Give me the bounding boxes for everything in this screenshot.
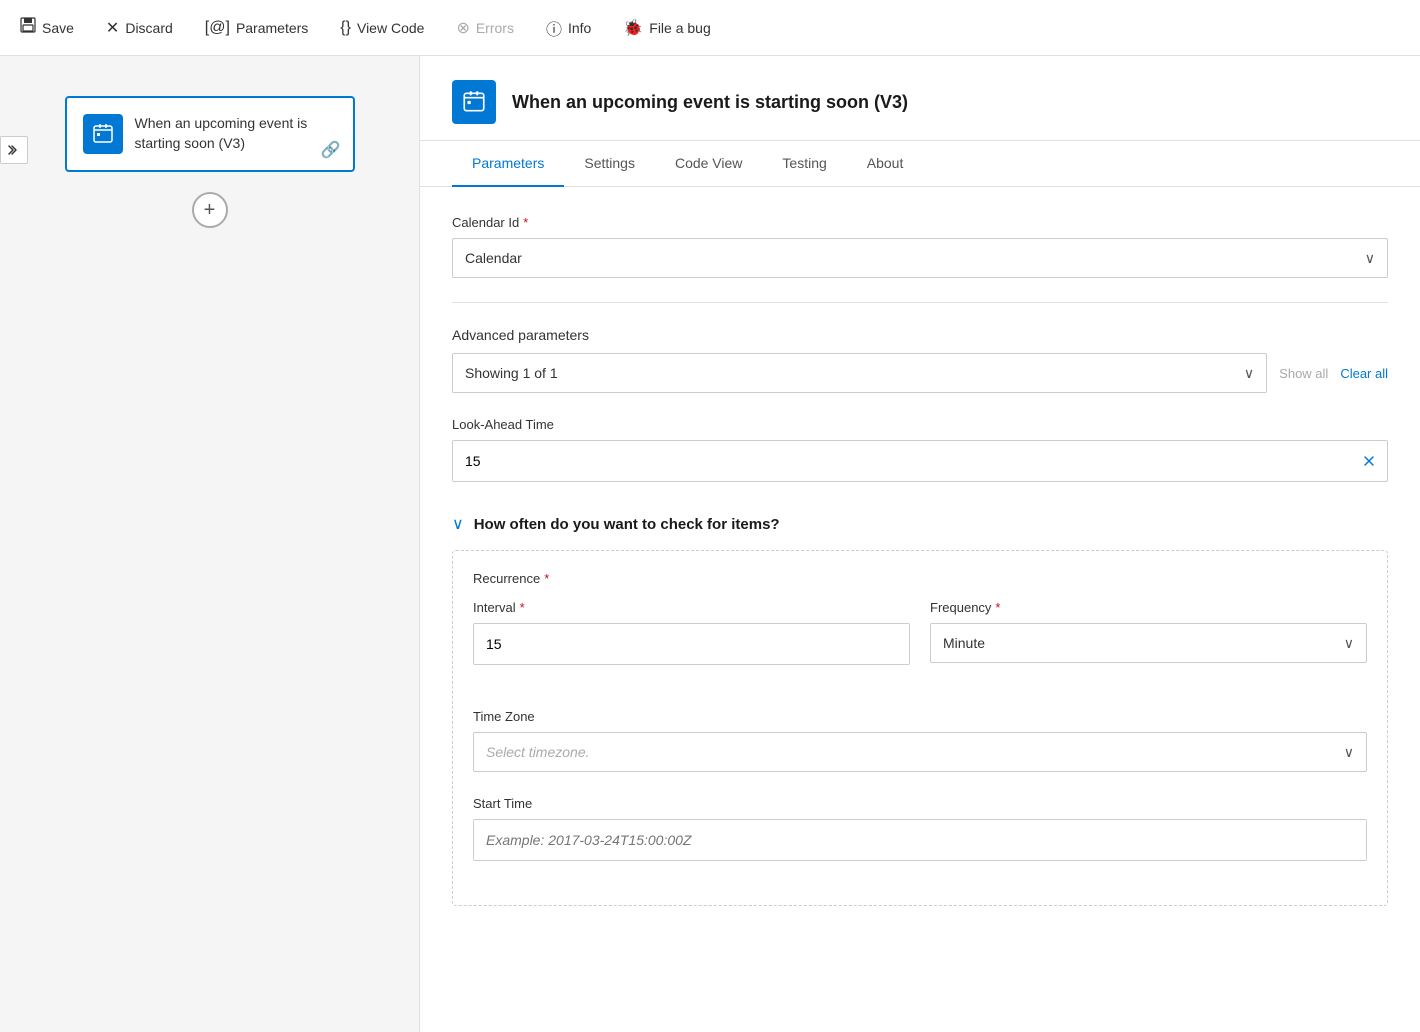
frequency-required-star: * xyxy=(995,600,1000,615)
look-ahead-label: Look-Ahead Time xyxy=(452,417,1388,432)
parameters-label: Parameters xyxy=(236,20,308,36)
save-icon xyxy=(20,17,36,38)
add-step-button[interactable]: + xyxy=(192,192,228,228)
frequency-value: Minute xyxy=(943,635,985,651)
recurrence-title: How often do you want to check for items… xyxy=(474,516,780,533)
recurrence-header[interactable]: ∨ How often do you want to check for ite… xyxy=(452,506,1388,542)
tab-parameters[interactable]: Parameters xyxy=(452,141,564,187)
timezone-placeholder: Select timezone. xyxy=(486,744,590,760)
timezone-label: Time Zone xyxy=(473,709,1367,724)
header-calendar-icon xyxy=(461,89,487,115)
frequency-label: Frequency * xyxy=(930,600,1367,615)
parameters-button[interactable]: [@] Parameters xyxy=(201,13,313,43)
frequency-select[interactable]: Minute ∨ xyxy=(930,623,1367,663)
start-time-input[interactable] xyxy=(474,820,1366,860)
toolbar: Save ✕ Discard [@] Parameters {} View Co… xyxy=(0,0,1420,56)
interval-frequency-row: Interval * Frequency * xyxy=(473,600,1367,689)
header-icon xyxy=(452,80,496,124)
tab-settings[interactable]: Settings xyxy=(564,141,655,187)
frequency-chevron-icon: ∨ xyxy=(1344,635,1354,652)
right-panel: When an upcoming event is starting soon … xyxy=(420,56,1420,1032)
panel-content: Calendar Id * Calendar ∨ Advanced parame… xyxy=(420,187,1420,934)
recurrence-label: Recurrence * xyxy=(473,571,1367,586)
calendar-id-value: Calendar xyxy=(465,250,522,266)
flow-card-text: When an upcoming event is starting soon … xyxy=(135,114,337,153)
advanced-params-group: Advanced parameters Showing 1 of 1 ∨ Sho… xyxy=(452,327,1388,393)
tab-code-view[interactable]: Code View xyxy=(655,141,762,187)
recurrence-section: ∨ How often do you want to check for ite… xyxy=(452,506,1388,906)
start-time-field-group: Start Time xyxy=(473,796,1367,861)
plus-icon: + xyxy=(204,199,216,222)
clear-all-button[interactable]: Clear all xyxy=(1340,366,1388,381)
start-time-input-wrapper xyxy=(473,819,1367,861)
errors-label: Errors xyxy=(476,20,514,36)
showing-select[interactable]: Showing 1 of 1 ∨ xyxy=(452,353,1267,393)
frequency-field-group: Frequency * Minute ∨ xyxy=(930,600,1367,665)
divider xyxy=(452,302,1388,303)
recurrence-body: Recurrence * Interval * xyxy=(452,550,1388,906)
info-button[interactable]: ⓘ Info xyxy=(542,10,595,46)
errors-icon: ⊗ xyxy=(456,18,469,38)
show-all-button[interactable]: Show all xyxy=(1279,366,1328,381)
view-code-label: View Code xyxy=(357,20,424,36)
collapse-chevron-icon: ∨ xyxy=(452,514,464,534)
calendar-id-select[interactable]: Calendar ∨ xyxy=(452,238,1388,278)
look-ahead-input[interactable] xyxy=(453,441,1351,481)
clear-look-ahead-button[interactable] xyxy=(1351,453,1387,469)
timezone-chevron-icon: ∨ xyxy=(1344,744,1354,761)
save-button[interactable]: Save xyxy=(16,11,78,44)
interval-input-wrapper xyxy=(473,623,910,665)
parameters-icon: [@] xyxy=(205,19,230,37)
main-layout: When an upcoming event is starting soon … xyxy=(0,56,1420,1032)
required-star: * xyxy=(523,215,528,230)
left-panel: When an upcoming event is starting soon … xyxy=(0,56,420,1032)
chevron-down-icon: ∨ xyxy=(1365,250,1375,267)
file-bug-button[interactable]: 🐞 File a bug xyxy=(619,12,714,44)
flow-card[interactable]: When an upcoming event is starting soon … xyxy=(65,96,355,172)
tab-about[interactable]: About xyxy=(847,141,924,187)
look-ahead-input-wrapper xyxy=(452,440,1388,482)
info-label: Info xyxy=(568,20,591,36)
interval-input[interactable] xyxy=(474,624,909,664)
info-icon: ⓘ xyxy=(546,16,562,40)
interval-required-star: * xyxy=(520,600,525,615)
link-icon: 🔗 xyxy=(321,140,341,160)
showing-label: Showing 1 of 1 xyxy=(465,365,558,381)
showing-chevron-icon: ∨ xyxy=(1244,365,1254,382)
advanced-params-header: Advanced parameters xyxy=(452,327,1388,343)
discard-label: Discard xyxy=(125,20,172,36)
interval-label: Interval * xyxy=(473,600,910,615)
recurrence-required-star: * xyxy=(544,571,549,586)
look-ahead-field-group: Look-Ahead Time xyxy=(452,417,1388,482)
file-bug-label: File a bug xyxy=(649,20,710,36)
calendar-id-field-group: Calendar Id * Calendar ∨ xyxy=(452,215,1388,278)
header-title: When an upcoming event is starting soon … xyxy=(512,92,908,113)
errors-button[interactable]: ⊗ Errors xyxy=(452,12,518,44)
expand-panel-button[interactable] xyxy=(0,136,28,164)
save-label: Save xyxy=(42,20,74,36)
start-time-label: Start Time xyxy=(473,796,1367,811)
tabs-nav: Parameters Settings Code View Testing Ab… xyxy=(420,141,1420,187)
discard-icon: ✕ xyxy=(106,18,119,38)
calendar-icon xyxy=(91,122,115,146)
timezone-field-group: Time Zone Select timezone. ∨ xyxy=(473,709,1367,772)
chevron-right-icon xyxy=(7,143,21,157)
advanced-params-row: Showing 1 of 1 ∨ Show all Clear all xyxy=(452,353,1388,393)
close-icon xyxy=(1361,453,1377,469)
tab-testing[interactable]: Testing xyxy=(762,141,846,187)
bug-icon: 🐞 xyxy=(623,18,643,38)
view-code-button[interactable]: {} View Code xyxy=(336,13,428,43)
calendar-id-label: Calendar Id * xyxy=(452,215,1388,230)
interval-field-group: Interval * xyxy=(473,600,910,665)
view-code-icon: {} xyxy=(340,19,351,37)
right-panel-header: When an upcoming event is starting soon … xyxy=(420,56,1420,141)
flow-card-icon xyxy=(83,114,123,154)
discard-button[interactable]: ✕ Discard xyxy=(102,12,177,44)
timezone-select[interactable]: Select timezone. ∨ xyxy=(473,732,1367,772)
